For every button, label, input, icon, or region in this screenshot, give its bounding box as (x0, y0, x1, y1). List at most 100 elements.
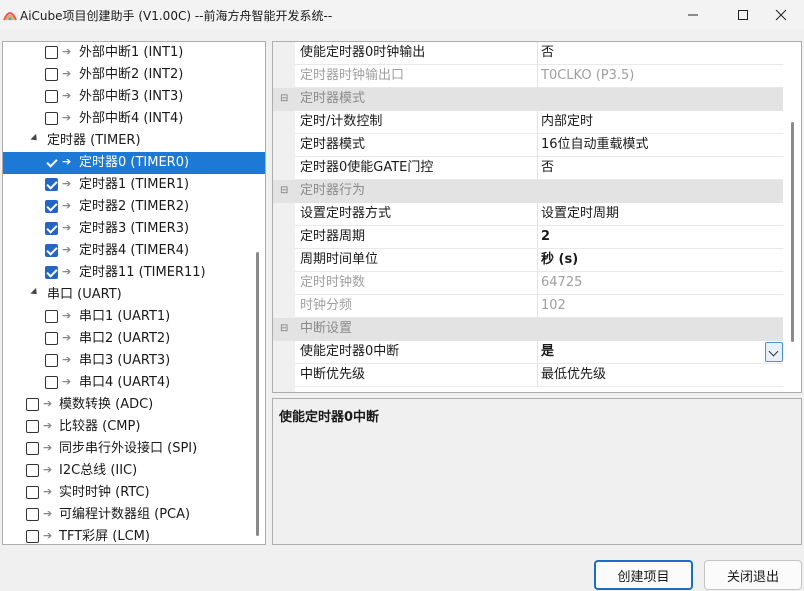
checkbox[interactable] (45, 46, 58, 59)
checkbox[interactable] (45, 266, 58, 279)
property-value[interactable]: 秒 (s) (541, 252, 578, 268)
property-row[interactable]: 使能定时器0时钟输出 否 (273, 42, 783, 65)
checkbox[interactable] (26, 530, 39, 543)
tree-item-uart4[interactable]: ➔ 串口4 (UART4) (3, 372, 265, 394)
checkbox[interactable] (45, 112, 58, 125)
tree-item-timer3[interactable]: ➔ 定时器3 (TIMER3) (3, 218, 265, 240)
collapse-icon[interactable]: ⊟ (280, 186, 289, 196)
checkbox[interactable] (45, 178, 58, 191)
tree-item-timer11[interactable]: ➔ 定时器11 (TIMER11) (3, 262, 265, 284)
property-row[interactable]: 周期时间单位 秒 (s) (273, 249, 783, 272)
create-project-button[interactable]: 创建项目 (594, 560, 693, 590)
property-row[interactable]: 时钟分频 102 (273, 295, 783, 318)
tree-item-int1[interactable]: ➔ 外部中断1 (INT1) (3, 42, 265, 64)
checkbox[interactable] (26, 464, 39, 477)
checkbox[interactable] (45, 68, 58, 81)
arrow-right-icon: ➔ (43, 507, 53, 520)
minimize-icon (688, 14, 698, 16)
property-row[interactable]: 定时器0使能GATE门控 否 (273, 157, 783, 180)
tree-item-label: TFT彩屏 (LCM) (59, 529, 150, 544)
checkbox[interactable] (26, 398, 39, 411)
dropdown-chevron-icon[interactable] (765, 342, 783, 362)
category-header[interactable]: ⊟ 定时器模式 (273, 88, 783, 111)
property-name: 周期时间单位 (300, 252, 379, 267)
checkbox[interactable] (45, 222, 58, 235)
tree-item-label: 定时器3 (TIMER3) (79, 221, 190, 236)
expand-icon[interactable] (30, 133, 40, 144)
property-row[interactable]: 设置定时器方式 设置定时周期 (273, 203, 783, 226)
tree-item-timer2[interactable]: ➔ 定时器2 (TIMER2) (3, 196, 265, 218)
tree-item-label: 实时时钟 (RTC) (59, 485, 150, 500)
tree-item-label: 串口2 (UART2) (79, 331, 171, 346)
arrow-right-icon: ➔ (62, 243, 72, 256)
checkbox[interactable] (26, 442, 39, 455)
tree-item-rtc[interactable]: ➔ 实时时钟 (RTC) (3, 482, 265, 504)
close-exit-button[interactable]: 关闭退出 (704, 560, 802, 590)
property-value[interactable]: 否 (541, 45, 554, 61)
property-value[interactable]: 最低优先级 (541, 367, 606, 383)
tree-item-uart2[interactable]: ➔ 串口2 (UART2) (3, 328, 265, 350)
tree-group-timer[interactable]: 定时器 (TIMER) (3, 130, 265, 152)
arrow-right-icon: ➔ (62, 331, 72, 344)
property-value[interactable]: 否 (541, 160, 554, 176)
property-row[interactable]: 中断优先级 最低优先级 (273, 364, 783, 387)
tree-item-adc[interactable]: ➔ 模数转换 (ADC) (3, 394, 265, 416)
tree-scrollbar[interactable] (256, 252, 259, 536)
checkbox[interactable] (45, 332, 58, 345)
arrow-right-icon: ➔ (62, 221, 72, 234)
property-row[interactable]: 定时时钟数 64725 (273, 272, 783, 295)
checkbox[interactable] (45, 354, 58, 367)
property-value[interactable]: 2 (541, 229, 550, 245)
arrow-right-icon: ➔ (62, 45, 72, 58)
property-name: 设置定时器方式 (300, 206, 392, 221)
property-row[interactable]: 定时器模式 16位自动重载模式 (273, 134, 783, 157)
checkbox[interactable] (45, 376, 58, 389)
category-header[interactable]: ⊟ 中断设置 (273, 318, 783, 341)
tree-item-iic[interactable]: ➔ I2C总线 (IIC) (3, 460, 265, 482)
description-title: 使能定时器0中断 (279, 410, 380, 425)
property-row[interactable]: 定时器时钟输出口 T0CLKO (P3.5) (273, 65, 783, 88)
minimize-button[interactable] (670, 0, 716, 30)
category-header[interactable]: ⊟ 定时器行为 (273, 180, 783, 203)
checkbox[interactable] (26, 420, 39, 433)
checkbox[interactable] (45, 244, 58, 257)
property-value[interactable]: 内部定时 (541, 114, 593, 130)
property-row[interactable]: 定时/计数控制 内部定时 (273, 111, 783, 134)
checkbox[interactable] (45, 156, 58, 169)
property-value[interactable]: 是 (541, 344, 554, 360)
arrow-right-icon: ➔ (43, 419, 53, 432)
tree-item-pca[interactable]: ➔ 可编程计数器组 (PCA) (3, 504, 265, 526)
tree-item-timer0[interactable]: ➔ 定时器0 (TIMER0) (3, 152, 265, 174)
tree-item-label: 串口1 (UART1) (79, 309, 171, 324)
tree-group-label: 串口 (UART) (47, 287, 122, 302)
property-value[interactable]: 16位自动重载模式 (541, 137, 649, 153)
collapse-icon[interactable]: ⊟ (280, 94, 289, 104)
tree-item-lcm[interactable]: ➔ TFT彩屏 (LCM) (3, 526, 265, 544)
tree-item-int4[interactable]: ➔ 外部中断4 (INT4) (3, 108, 265, 130)
tree-item-label: 串口3 (UART3) (79, 353, 171, 368)
tree-item-timer1[interactable]: ➔ 定时器1 (TIMER1) (3, 174, 265, 196)
property-name: 使能定时器0中断 (300, 344, 400, 359)
tree-group-uart[interactable]: 串口 (UART) (3, 284, 265, 306)
property-row[interactable]: 定时器周期 2 (273, 226, 783, 249)
tree-item-int3[interactable]: ➔ 外部中断3 (INT3) (3, 86, 265, 108)
tree-item-int2[interactable]: ➔ 外部中断2 (INT2) (3, 64, 265, 86)
checkbox[interactable] (26, 486, 39, 499)
close-window-button[interactable] (758, 0, 804, 30)
tree-item-cmp[interactable]: ➔ 比较器 (CMP) (3, 416, 265, 438)
checkbox[interactable] (45, 310, 58, 323)
collapse-icon[interactable]: ⊟ (280, 324, 289, 334)
tree-item-uart3[interactable]: ➔ 串口3 (UART3) (3, 350, 265, 372)
checkbox[interactable] (45, 90, 58, 103)
expand-icon[interactable] (30, 287, 40, 298)
property-row-selected[interactable]: 使能定时器0中断 是 (273, 341, 783, 364)
tree-item-spi[interactable]: ➔ 同步串行外设接口 (SPI) (3, 438, 265, 460)
property-value[interactable]: 设置定时周期 (541, 206, 619, 222)
property-name: 中断优先级 (300, 367, 366, 382)
property-name: 定时器0使能GATE门控 (300, 160, 434, 175)
checkbox[interactable] (26, 508, 39, 521)
tree-item-uart1[interactable]: ➔ 串口1 (UART1) (3, 306, 265, 328)
checkbox[interactable] (45, 200, 58, 213)
tree-item-timer4[interactable]: ➔ 定时器4 (TIMER4) (3, 240, 265, 262)
grid-scrollbar[interactable] (791, 122, 794, 342)
